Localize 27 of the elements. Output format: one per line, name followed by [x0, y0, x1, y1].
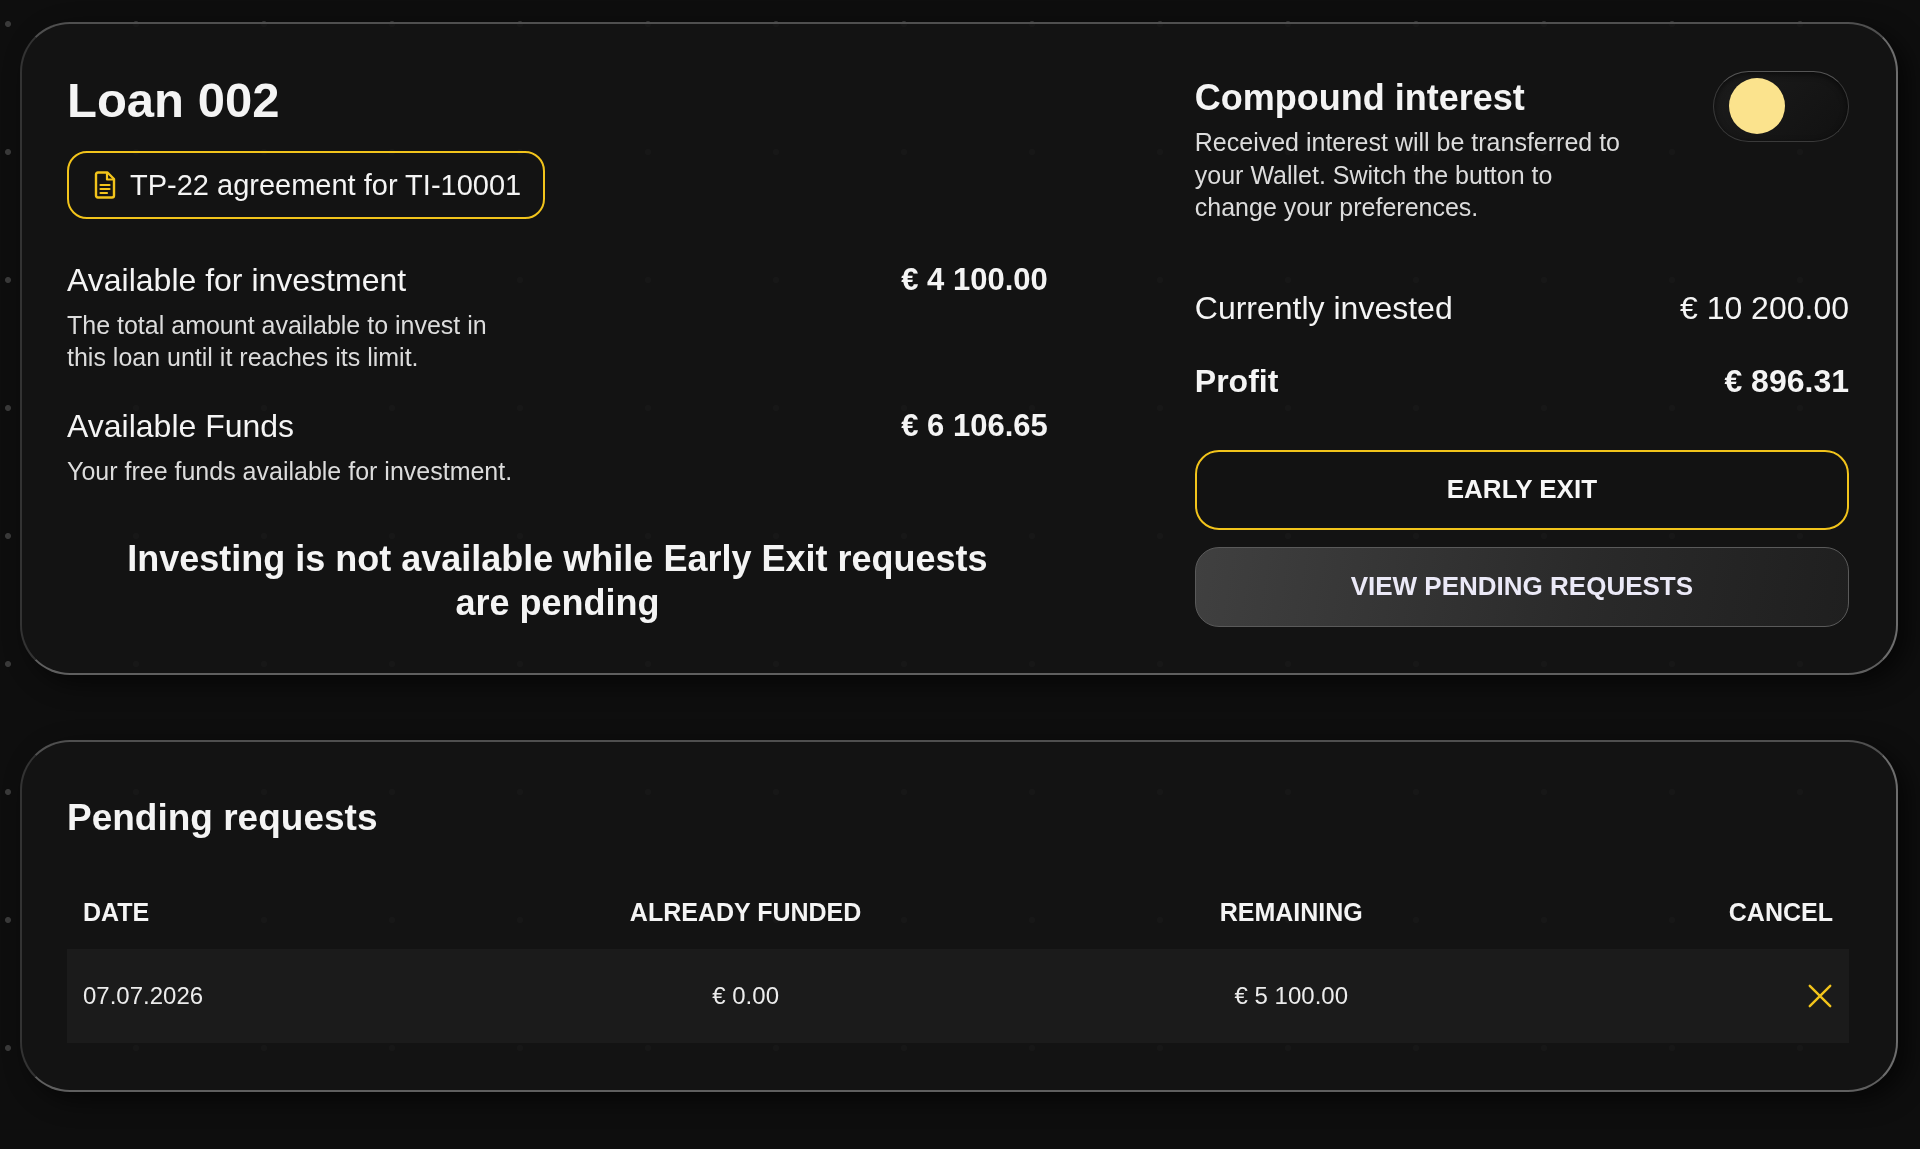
column-header: ALREADY FUNDED: [628, 897, 863, 927]
table-cell-text: 07.07.2026: [83, 982, 205, 1010]
notice-text: Investing is not available while Early Exit requests are pending: [126, 537, 989, 625]
column-header: REMAINING: [1218, 897, 1364, 927]
section-title: Compound interest: [1194, 76, 1526, 120]
document-icon: [94, 171, 116, 199]
column-header: DATE: [83, 897, 151, 927]
metric-label: Available for investment: [67, 261, 407, 300]
metric-label: Available Funds: [67, 407, 295, 446]
summary-value: € 896.31: [1724, 361, 1849, 401]
metric-description: Your free funds available for investment.: [67, 456, 514, 487]
summary-label: Profit: [1194, 361, 1279, 401]
view-requests-button[interactable]: VIEW PENDING REQUESTS: [1194, 546, 1849, 627]
metric-value: € 4 100.00: [901, 261, 1048, 299]
metric-value: € 6 106.65: [901, 407, 1048, 445]
table-cell-text: € 0.00: [711, 982, 780, 1010]
table-cell-text: € 5 100.00: [1233, 982, 1349, 1010]
agreement-link[interactable]: TP-22 agreement for TI-10001: [67, 151, 546, 219]
metric-description: The total amount available to invest in this loan until it reaches its limit.: [67, 310, 488, 373]
summary-label: Currently invested: [1194, 288, 1453, 328]
compound-interest-description: Received interest will be transferred to your Wallet. Switch the button to change your preferences.: [1194, 127, 1621, 223]
loan-title: Loan 002: [67, 72, 281, 129]
early-exit-button[interactable]: EARLY EXIT: [1194, 449, 1849, 530]
summary-value: € 10 200.00: [1679, 288, 1849, 328]
close-icon[interactable]: [1807, 983, 1833, 1009]
column-header: CANCEL: [1727, 897, 1833, 927]
section-title: Pending requests: [67, 796, 379, 840]
